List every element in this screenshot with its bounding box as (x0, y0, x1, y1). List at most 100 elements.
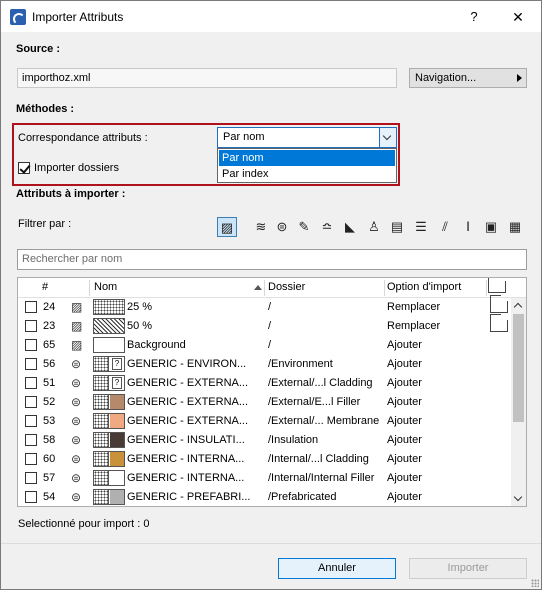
table-row[interactable]: 65 ▨ Background / Ajouter (18, 336, 510, 355)
row-number: 60 (43, 453, 56, 465)
search-input[interactable]: Rechercher par nom (17, 249, 527, 270)
column-num[interactable]: # (42, 281, 48, 293)
table-row[interactable]: 57 ⊜ GENERIC - INTERNA... /Internal/Interna… (18, 469, 510, 488)
match-attributes-value: Par nom (223, 131, 265, 143)
color-swatch (110, 452, 124, 466)
table-row[interactable]: 24 ▨ 25 % / Remplacer (18, 298, 510, 317)
table-row[interactable]: 52 ⊜ GENERIC - EXTERNA... /External/E...l F… (18, 393, 510, 412)
import-folders-checkbox[interactable] (18, 162, 30, 174)
mep-icon[interactable] (483, 217, 503, 237)
dimension-icon[interactable]: Ⅰ (458, 217, 478, 237)
row-checkbox[interactable] (25, 491, 37, 503)
row-checkbox[interactable] (25, 396, 37, 408)
pattern-swatch (94, 376, 109, 390)
row-name: GENERIC - ENVIRON... (127, 358, 247, 370)
help-button[interactable]: ? (464, 7, 484, 27)
row-folder: /Internal/Internal Filler (268, 472, 375, 484)
roof-icon (490, 301, 508, 313)
row-import-option[interactable]: Remplacer (387, 320, 440, 332)
dropdown-option-par-nom[interactable]: Par nom (219, 150, 395, 166)
import-folders-label: Importer dossiers (34, 162, 119, 174)
row-checkbox[interactable] (25, 301, 37, 313)
column-name[interactable]: Nom (94, 281, 117, 293)
composite-icon: ⊜ (71, 433, 82, 447)
row-name: GENERIC - INSULATI... (127, 434, 245, 446)
chevron-down-icon[interactable] (379, 128, 396, 147)
resize-grip[interactable] (531, 579, 539, 587)
pattern-swatch (94, 471, 109, 485)
row-checkbox[interactable] (25, 339, 37, 351)
row-checkbox[interactable] (25, 453, 37, 465)
column-folder[interactable]: Dossier (268, 281, 305, 293)
row-import-option[interactable]: Ajouter (387, 415, 422, 427)
vertical-scrollbar[interactable] (511, 298, 526, 506)
row-number: 53 (43, 415, 56, 427)
row-checkbox[interactable] (25, 434, 37, 446)
table-row[interactable]: 53 ⊜ GENERIC - EXTERNA... /External/... Mem… (18, 412, 510, 431)
table-icon[interactable]: ▦ (505, 217, 525, 237)
row-import-option[interactable]: Ajouter (387, 472, 422, 484)
layer-icon[interactable]: ☰ (411, 217, 431, 237)
fill-type-icon[interactable]: ▨ (217, 217, 237, 237)
row-import-option[interactable]: Ajouter (387, 434, 422, 446)
row-checkbox[interactable] (25, 472, 37, 484)
row-checkbox[interactable] (25, 320, 37, 332)
row-import-option[interactable]: Remplacer (387, 301, 440, 313)
attributes-table: # Nom Dossier Option d'import 24 ▨ 25 % / Re… (17, 277, 527, 507)
column-option[interactable]: Option d'import (387, 281, 461, 293)
close-button[interactable]: ✕ (508, 7, 528, 27)
sort-asc-icon (254, 285, 262, 290)
color-swatch (110, 490, 124, 504)
footer-divider (1, 543, 541, 544)
table-row[interactable]: 51 ⊜? GENERIC - EXTERNA... /External/...l C… (18, 374, 510, 393)
table-row[interactable]: 23 ▨ 50 % / Remplacer (18, 317, 510, 336)
row-import-option[interactable]: Ajouter (387, 491, 422, 503)
navigation-button[interactable]: Navigation... (409, 68, 527, 88)
pen-icon[interactable]: ✎ (294, 217, 314, 237)
row-number: 56 (43, 358, 56, 370)
scroll-thumb[interactable] (513, 314, 524, 422)
column-separator (89, 280, 90, 296)
row-checkbox[interactable] (25, 415, 37, 427)
table-row[interactable]: 56 ⊜? GENERIC - ENVIRON... /Environment Ajou… (18, 355, 510, 374)
match-attributes-select[interactable]: Par nom (217, 127, 397, 148)
row-import-option[interactable]: Ajouter (387, 358, 422, 370)
row-checkbox[interactable] (25, 358, 37, 370)
import-attributes-dialog: Importer Attributs ? ✕ Source : importho… (0, 0, 542, 590)
composite-icon[interactable]: ⊜ (272, 217, 292, 237)
line-type-icon[interactable]: ≋ (251, 217, 271, 237)
marker-icon[interactable]: ⫽ (435, 217, 455, 237)
profile-icon[interactable]: ◣ (340, 217, 360, 237)
match-attributes-dropdown: Par nom Par index (217, 148, 397, 183)
building-material-icon[interactable]: ▤ (387, 217, 407, 237)
composite-icon: ⊜ (71, 471, 82, 485)
row-import-option[interactable]: Ajouter (387, 339, 422, 351)
unknown-material-icon: ? (112, 358, 122, 370)
row-folder: / (268, 339, 272, 351)
material-swatch (93, 413, 125, 429)
table-row[interactable]: 58 ⊜ GENERIC - INSULATI... /Insulation Ajout… (18, 431, 510, 450)
selected-count: Selectionné pour import : 0 (18, 518, 150, 530)
color-swatch (110, 395, 124, 409)
row-import-option[interactable]: Ajouter (387, 377, 422, 389)
table-row[interactable]: 54 ⊜ GENERIC - PREFABRI... /Prefabricated Aj… (18, 488, 510, 506)
material-swatch (93, 451, 125, 467)
chevron-right-icon (517, 74, 522, 82)
dropdown-option-par-index[interactable]: Par index (219, 166, 395, 182)
row-import-option[interactable]: Ajouter (387, 453, 422, 465)
cancel-button[interactable]: Annuler (278, 558, 396, 579)
row-folder: /Insulation (268, 434, 319, 446)
material-icon[interactable]: ♙ (364, 217, 384, 237)
row-number: 52 (43, 396, 56, 408)
row-name: 25 % (127, 301, 153, 313)
roof-icon (490, 320, 508, 332)
import-button[interactable]: Importer (409, 558, 527, 579)
color-swatch (110, 414, 124, 428)
zone-icon[interactable]: ≏ (317, 217, 337, 237)
composite-icon: ⊜ (71, 376, 82, 390)
row-import-option[interactable]: Ajouter (387, 396, 422, 408)
row-checkbox[interactable] (25, 377, 37, 389)
scroll-up-icon[interactable] (513, 302, 523, 312)
scroll-down-icon[interactable] (513, 492, 523, 502)
table-row[interactable]: 60 ⊜ GENERIC - INTERNA... /Internal/...l Cl… (18, 450, 510, 469)
